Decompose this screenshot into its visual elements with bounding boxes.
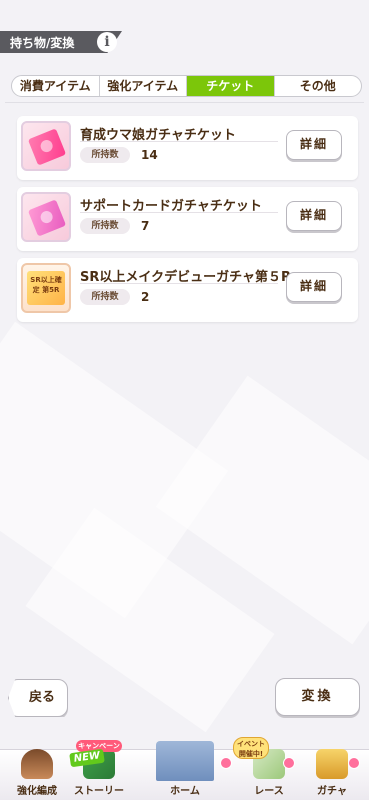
notification-dot	[348, 757, 360, 769]
nav-label: ストーリー	[74, 786, 124, 797]
nav-item-gacha[interactable]: ガチャ	[295, 749, 369, 800]
nav-label: ガチャ	[317, 786, 347, 797]
back-button[interactable]: 戻る	[8, 679, 68, 717]
tab-consumables[interactable]: 消費アイテム	[12, 76, 100, 96]
owned-count: 14	[141, 148, 158, 162]
divider	[80, 141, 278, 142]
event-badge: イベント開催中!	[233, 737, 269, 759]
nav-label: ホーム	[170, 786, 200, 797]
owned-count: 7	[141, 219, 150, 233]
home-building-icon	[156, 741, 214, 781]
owned-label: 所持数	[80, 289, 130, 305]
notification-dot	[220, 757, 232, 769]
detail-button[interactable]: 詳細	[286, 272, 342, 302]
tab-enhancement[interactable]: 強化アイテム	[100, 76, 187, 96]
nav-item-home[interactable]: ホーム	[148, 741, 222, 800]
horse-girl-avatar-icon	[21, 749, 53, 779]
item-list[interactable]: 育成ウマ娘ガチャチケット 所持数 14 詳細 サポートカードガチャチケット 所持…	[5, 102, 364, 668]
sr-card-icon: SR以上確定 第5R	[21, 263, 71, 313]
divider	[80, 212, 278, 213]
category-tabs: 消費アイテム 強化アイテム チケット その他	[11, 75, 362, 97]
detail-button[interactable]: 詳細	[286, 130, 342, 160]
pink-ticket-icon	[21, 121, 71, 171]
gacha-icon	[316, 749, 348, 779]
owned-label: 所持数	[80, 218, 130, 234]
tab-tickets[interactable]: チケット	[187, 76, 275, 96]
list-item: サポートカードガチャチケット 所持数 7 詳細	[17, 187, 358, 251]
header: 持ち物/変換 i	[0, 0, 369, 56]
tab-other[interactable]: その他	[275, 76, 362, 96]
notification-dot	[283, 757, 295, 769]
support-ticket-icon	[21, 192, 71, 242]
sr-card-text: SR以上確定 第5R	[27, 271, 65, 305]
detail-button[interactable]: 詳細	[286, 201, 342, 231]
divider	[80, 283, 278, 284]
list-item: 育成ウマ娘ガチャチケット 所持数 14 詳細	[17, 116, 358, 180]
owned-label: 所持数	[80, 147, 130, 163]
list-item: SR以上確定 第5R SR以上メイクデビューガチャ第５R 所持数 2 詳細	[17, 258, 358, 322]
bottom-nav: 強化編成 ストーリー キャンペーン中 NEW ホーム レース イベント開催中! …	[0, 735, 369, 800]
owned-count: 2	[141, 290, 150, 304]
exchange-button[interactable]: 変換	[275, 678, 360, 716]
page-title: 持ち物/変換	[10, 36, 75, 50]
info-icon[interactable]: i	[97, 32, 117, 52]
